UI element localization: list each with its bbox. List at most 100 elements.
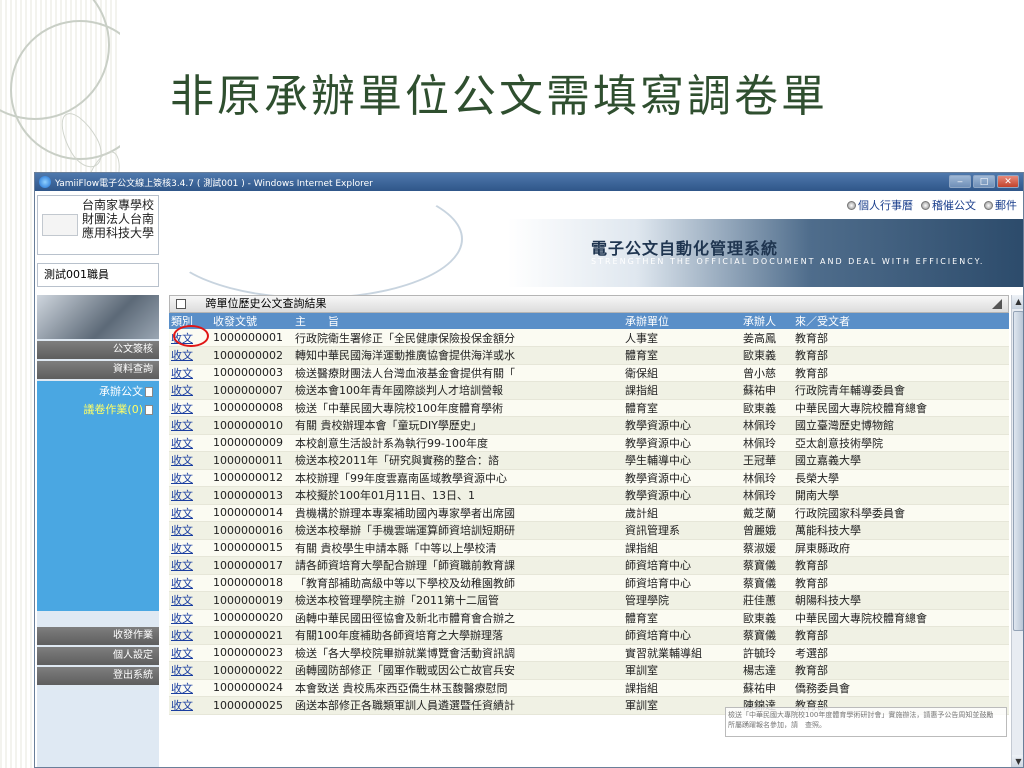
cell-kind[interactable]: 收文 bbox=[169, 556, 211, 575]
table-row[interactable]: 收文 1000000007 檢送本會100年青年國際談判人才培訓營報 課指組 蘇祐申 行政… bbox=[169, 381, 1009, 400]
table-row[interactable]: 收文 1000000002 轉知中華民國海洋運動推廣協會提供海洋或水 體育室 歐東義 教育… bbox=[169, 346, 1009, 365]
cell-doc-number: 1000000024 bbox=[211, 679, 293, 697]
table-row[interactable]: 收文 1000000010 有關 貴校辦理本會「童玩DIY學歷史」 教學資源中心 林佩玲… bbox=[169, 416, 1009, 435]
table-row[interactable]: 收文 1000000014 貴機構於辦理本專案補助國內專家學者出席國 歲計組 戴芝蘭 行政… bbox=[169, 504, 1009, 522]
column-header[interactable]: 承辦單位 bbox=[623, 313, 741, 329]
current-user: 測試001職員 bbox=[37, 263, 159, 287]
school-logo-box: 台南家專學校 財團法人台南 應用科技大學 bbox=[37, 195, 159, 255]
cell-subject: 檢送「各大學校院畢辦就業博覽會活動資訊調 bbox=[293, 644, 623, 662]
cell-kind[interactable]: 收文 bbox=[169, 416, 211, 435]
sidebar-item-approval[interactable]: 公文簽核 bbox=[37, 341, 159, 359]
sidebar-bottom: 收發作業 個人設定 登出系統 bbox=[37, 625, 159, 685]
cell-kind[interactable]: 收文 bbox=[169, 591, 211, 610]
sidebar-item-query[interactable]: 資料查詢 bbox=[37, 361, 159, 379]
cell-kind[interactable]: 收文 bbox=[169, 504, 211, 522]
column-header[interactable]: 承辦人 bbox=[741, 313, 793, 329]
cell-handler: 林佩玲 bbox=[741, 469, 793, 487]
table-row[interactable]: 收文 1000000023 檢送「各大學校院畢辦就業博覽會活動資訊調 實習就業輔導組許… bbox=[169, 644, 1009, 662]
table-row[interactable]: 收文 1000000008 檢送「中華民國大專院校100年度體育學術 體育室 歐東義 中華… bbox=[169, 399, 1009, 417]
sidebar-item-dispatch[interactable]: 收發作業 bbox=[37, 627, 159, 645]
minimize-button[interactable]: ‒ bbox=[949, 175, 971, 188]
cell-kind[interactable]: 收文 bbox=[169, 539, 211, 557]
table-row[interactable]: 收文 1000000024 本會致送 貴校馬來西亞僑生林玉馥醫療慰問 課指組 蘇祐申 僑務… bbox=[169, 679, 1009, 697]
table-row[interactable]: 收文 1000000001 行政院衛生署修正「全民健康保險投保金額分 人事室 姜高鳳 教育… bbox=[169, 329, 1009, 347]
table-row[interactable]: 收文 1000000020 函轉中華民國田徑協會及新北市體育會合辦之 體育室 歐東義 中華… bbox=[169, 609, 1009, 627]
table-row[interactable]: 收文 1000000021 有關100年度補助各師資培育之大學辦理落 師資培育中心 蔡寶… bbox=[169, 626, 1009, 645]
table-row[interactable]: 收文 1000000022 函轉國防部修正「國軍作戰或因公亡故官兵安 軍訓室 楊志達 教育… bbox=[169, 661, 1009, 680]
system-subtitle: STRENGTHEN THE OFFICIAL DOCUMENT AND DEA… bbox=[591, 257, 985, 266]
window-titlebar[interactable]: YamiiFlow電子公文線上簽核3.4.7 ( 測試001 ) - Windo… bbox=[35, 173, 1023, 191]
cell-correspondent: 行政院青年輔導委員會 bbox=[793, 381, 1009, 400]
top-links: 個人行事曆 稽催公文 郵件 bbox=[847, 197, 1017, 213]
sidebar-submenu: 承辦公文 議卷作業(0) bbox=[37, 381, 159, 611]
system-banner: 電子公文自動化管理系統 STRENGTHEN THE OFFICIAL DOCU… bbox=[163, 179, 1023, 299]
cell-doc-number: 1000000019 bbox=[211, 591, 293, 610]
cell-kind[interactable]: 收文 bbox=[169, 451, 211, 470]
link-mail[interactable]: 郵件 bbox=[984, 197, 1017, 213]
panel-checkbox[interactable] bbox=[176, 299, 186, 309]
cell-kind[interactable]: 收文 bbox=[169, 364, 211, 382]
cell-kind[interactable]: 收文 bbox=[169, 661, 211, 680]
cell-doc-number: 1000000016 bbox=[211, 521, 293, 540]
resize-corner-icon[interactable] bbox=[992, 299, 1002, 309]
cell-kind[interactable]: 收文 bbox=[169, 469, 211, 487]
link-calendar[interactable]: 個人行事曆 bbox=[847, 197, 913, 213]
cell-kind[interactable]: 收文 bbox=[169, 434, 211, 452]
sidebar-sub-handling[interactable]: 承辦公文 bbox=[37, 383, 159, 401]
cell-department: 體育室 bbox=[623, 399, 741, 417]
cell-department: 歲計組 bbox=[623, 504, 741, 522]
table-row[interactable]: 收文 1000000015 有關 貴校學生申請本縣「中等以上學校清 課指組 蔡淑媛 屏東縣… bbox=[169, 539, 1009, 557]
cell-correspondent: 教育部 bbox=[793, 626, 1009, 645]
cell-doc-number: 1000000012 bbox=[211, 469, 293, 487]
table-row[interactable]: 收文 1000000018 「教育部補助高級中等以下學校及幼稚園教師 師資培育中心 蔡寶… bbox=[169, 574, 1009, 592]
cell-kind[interactable]: 收文 bbox=[169, 574, 211, 592]
cell-doc-number: 1000000003 bbox=[211, 364, 293, 382]
scroll-down-icon[interactable]: ▼ bbox=[1012, 755, 1023, 767]
column-header[interactable]: 主 旨 bbox=[293, 313, 623, 329]
table-row[interactable]: 收文 1000000017 請各師資培育大學配合辦理「師資職前教育課 師資培育中心 蔡寶… bbox=[169, 556, 1009, 575]
cell-kind[interactable]: 收文 bbox=[169, 399, 211, 417]
sidebar-sub-review-label: 議卷作業(0) bbox=[83, 403, 143, 416]
cell-kind[interactable]: 收文 bbox=[169, 381, 211, 400]
sidebar-item-settings[interactable]: 個人設定 bbox=[37, 647, 159, 665]
column-header[interactable]: 來／受文者 bbox=[793, 313, 1009, 329]
bullet-icon bbox=[847, 200, 856, 210]
cell-kind[interactable]: 收文 bbox=[169, 626, 211, 645]
cell-kind[interactable]: 收文 bbox=[169, 644, 211, 662]
table-row[interactable]: 收文 1000000013 本校擬於100年01月11日、13日、1 教學資源中心 林佩… bbox=[169, 486, 1009, 505]
highlight-circle bbox=[173, 325, 209, 347]
sidebar-item-logout[interactable]: 登出系統 bbox=[37, 667, 159, 685]
ie-icon bbox=[39, 176, 51, 188]
cell-subject: 檢送本會100年青年國際談判人才培訓營報 bbox=[293, 381, 623, 400]
cell-doc-number: 1000000011 bbox=[211, 451, 293, 470]
cell-kind[interactable]: 收文 bbox=[169, 696, 211, 715]
cell-kind[interactable]: 收文 bbox=[169, 609, 211, 627]
cell-correspondent: 國立臺灣歷史博物館 bbox=[793, 416, 1009, 435]
column-header[interactable]: 收發文號 bbox=[211, 313, 293, 329]
cell-handler: 蘇祐申 bbox=[741, 381, 793, 400]
cell-handler: 林佩玲 bbox=[741, 416, 793, 435]
table-row[interactable]: 收文 1000000019 檢送本校管理學院主辦「2011第十二屆管 管理學院 莊佳蕙朝… bbox=[169, 591, 1009, 610]
table-row[interactable]: 收文 1000000009 本校創意生活設計系為執行99-100年度 教學資源中心 林佩… bbox=[169, 434, 1009, 452]
cell-kind[interactable]: 收文 bbox=[169, 486, 211, 505]
maximize-button[interactable]: □ bbox=[973, 175, 995, 188]
cell-kind[interactable]: 收文 bbox=[169, 521, 211, 540]
cell-doc-number: 1000000008 bbox=[211, 399, 293, 417]
cell-subject: 函送本部修正各職類軍訓人員遴選暨任資績計 bbox=[293, 696, 623, 715]
scroll-up-icon[interactable]: ▲ bbox=[1012, 295, 1023, 309]
cell-kind[interactable]: 收文 bbox=[169, 346, 211, 365]
cell-correspondent: 考選部 bbox=[793, 644, 1009, 662]
link-reminder[interactable]: 稽催公文 bbox=[921, 197, 976, 213]
cell-doc-number: 1000000010 bbox=[211, 416, 293, 435]
results-panel: 跨單位歷史公文查詢結果 類別 收發文號 主 旨 承辦單位 承辦人 來／受文者 收… bbox=[169, 295, 1009, 767]
table-row[interactable]: 收文 1000000011 檢送本校2011年「研究與實務的整合：諮 學生輔導中心 王冠… bbox=[169, 451, 1009, 470]
table-row[interactable]: 收文 1000000012 本校辦理「99年度雲嘉南區域教學資源中心 教學資源中心 林佩… bbox=[169, 469, 1009, 487]
table-row[interactable]: 收文 1000000003 檢送醫療財團法人台灣血液基金會提供有關「 衛保組 曾小慈 教育… bbox=[169, 364, 1009, 382]
cell-department: 課指組 bbox=[623, 381, 741, 400]
vertical-scrollbar[interactable]: ▲ ▼ bbox=[1011, 295, 1023, 767]
sidebar-sub-review[interactable]: 議卷作業(0) bbox=[37, 401, 159, 419]
cell-kind[interactable]: 收文 bbox=[169, 679, 211, 697]
scroll-thumb[interactable] bbox=[1013, 311, 1023, 631]
close-button[interactable]: ✕ bbox=[997, 175, 1019, 188]
table-row[interactable]: 收文 1000000016 檢送本校舉辦「手機雲端運算師資培訓短期研 資訊管理系 曾麗娥… bbox=[169, 521, 1009, 540]
